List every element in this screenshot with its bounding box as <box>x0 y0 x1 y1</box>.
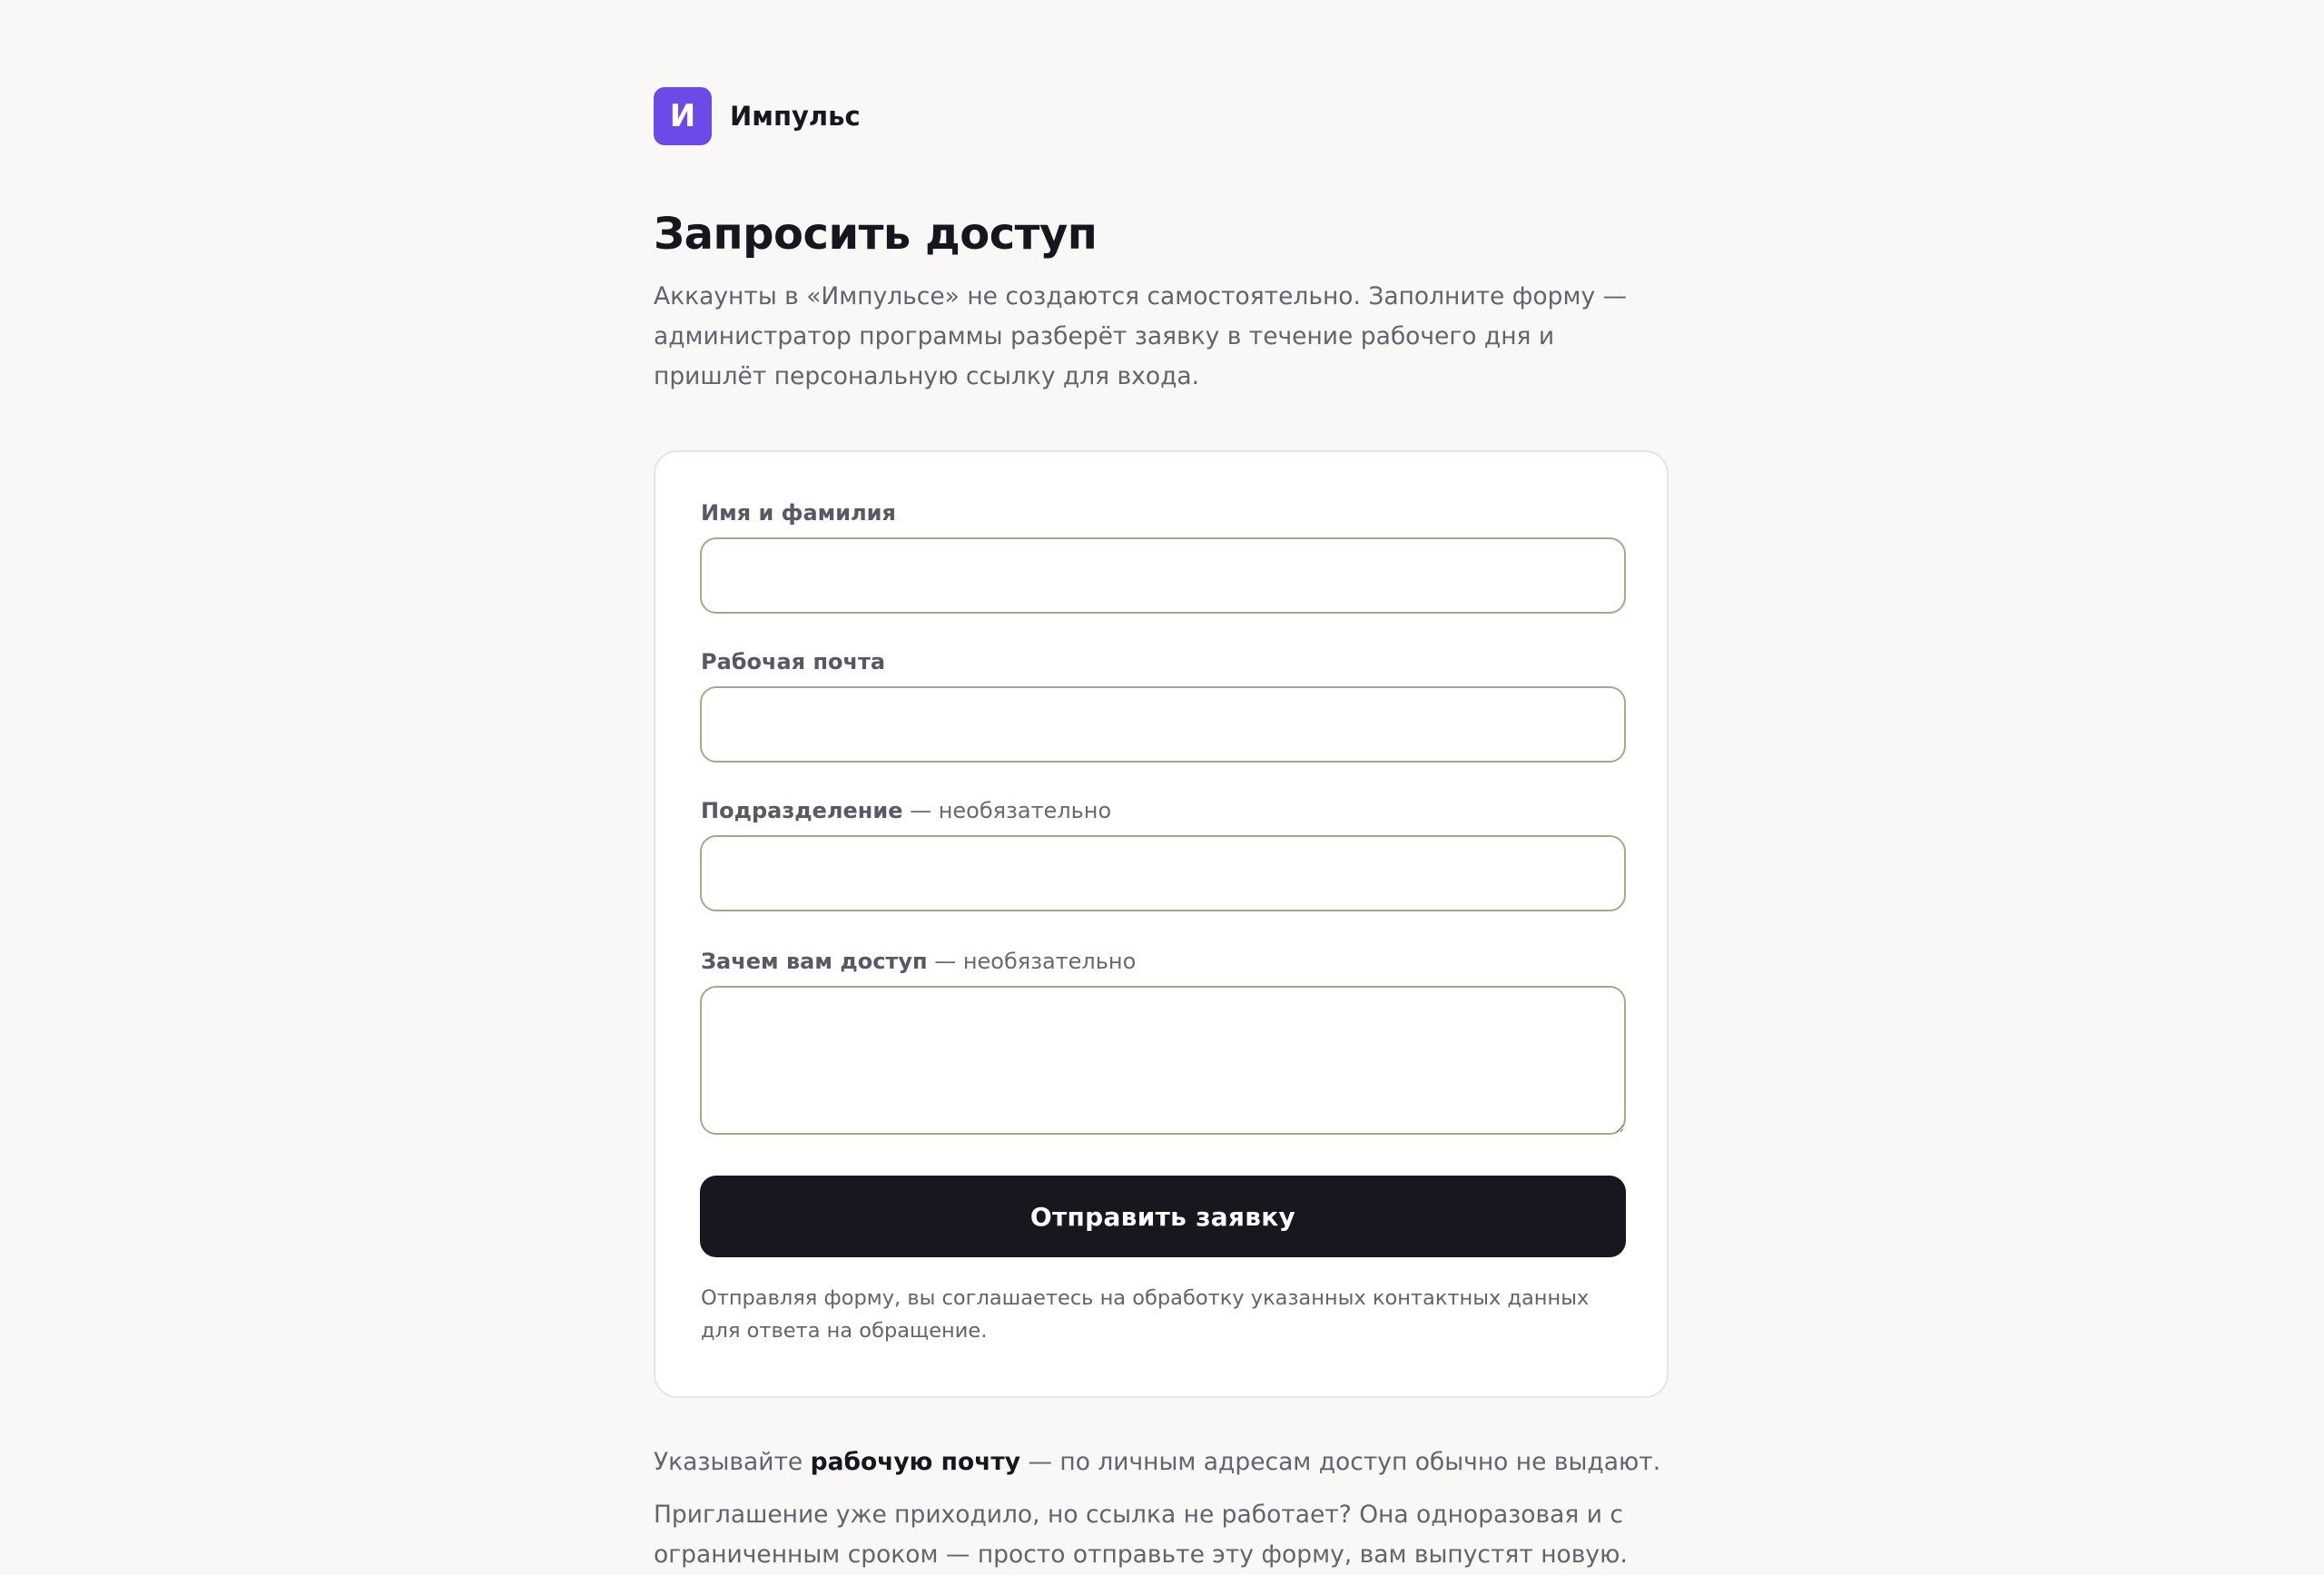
consent-text: Отправляя форму, вы соглашаетесь на обра… <box>701 1286 1590 1343</box>
submit-request-button[interactable]: Отправить заявку <box>700 1176 1626 1257</box>
name-input[interactable] <box>700 537 1626 614</box>
name-field-label: Имя и фамилия <box>701 500 896 526</box>
reason-field-label: Зачем вам доступ — необязательно <box>701 949 1137 974</box>
page-intro: Аккаунты в «Импульсе» не создаются самос… <box>654 282 1628 390</box>
brand-header: И Импульс <box>654 87 1670 145</box>
page-container: И Импульс Запросить доступ Аккаунты в «И… <box>654 87 1670 1569</box>
department-field-label: Подразделение — необязательно <box>701 798 1112 823</box>
email-field-label: Рабочая почта <box>701 649 886 674</box>
reason-textarea[interactable] <box>700 986 1626 1135</box>
invite-note: Приглашение уже приходило, но ссылка не … <box>654 1501 1628 1569</box>
request-form-card: Имя и фамилия Рабочая почта Подразделени… <box>654 450 1669 1398</box>
department-input[interactable] <box>700 835 1626 911</box>
work-email-note: Указывайте рабочую почту — по личным адр… <box>654 1448 1661 1476</box>
work-email-emphasis: рабочую почту <box>810 1448 1021 1476</box>
brand-name: Импульс <box>730 101 861 132</box>
brand-logo: И <box>654 87 712 145</box>
page-title: Запросить доступ <box>654 209 1098 260</box>
email-input[interactable] <box>700 686 1626 763</box>
